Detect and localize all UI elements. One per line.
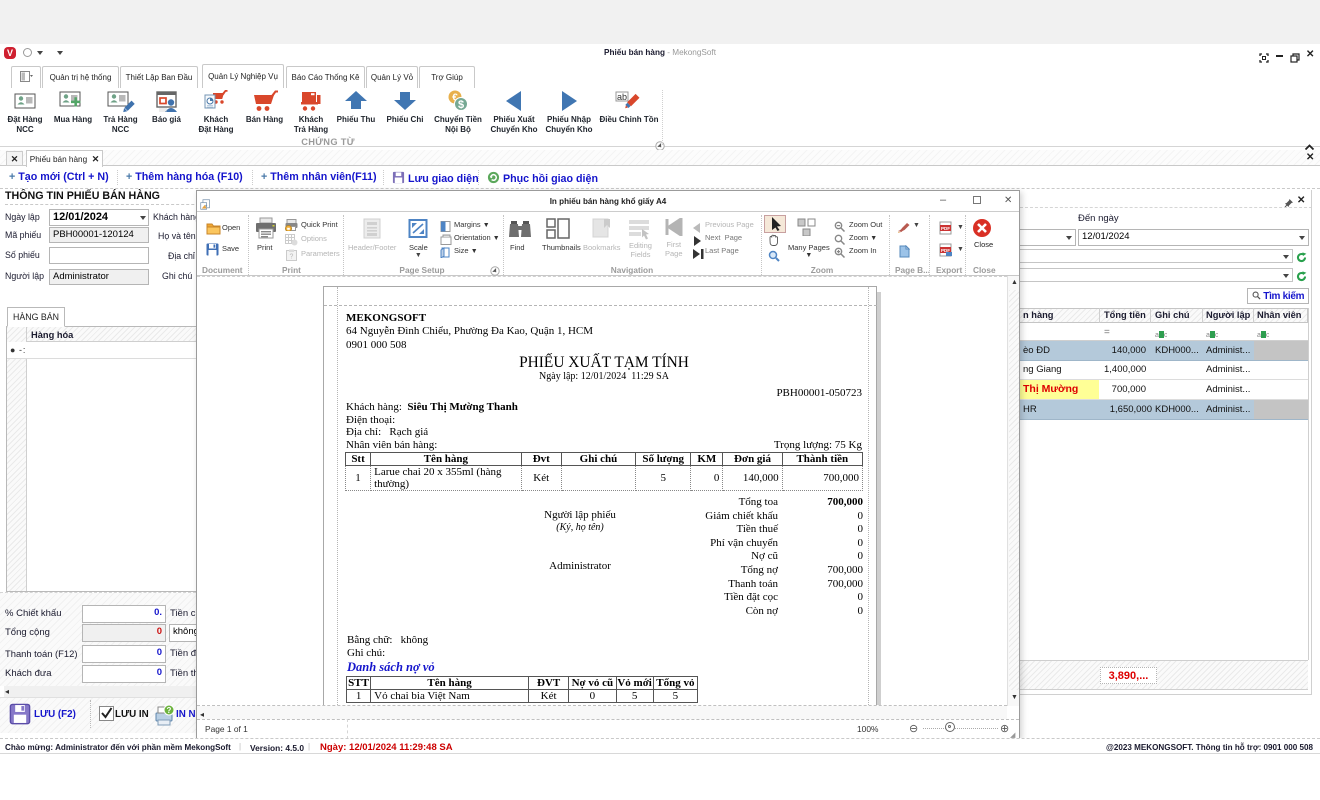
svg-text:$: $ <box>458 99 464 111</box>
svg-text:?: ? <box>167 706 172 715</box>
svg-text:?: ? <box>290 254 294 261</box>
svg-text:c: c <box>1215 332 1218 339</box>
svg-text:a: a <box>1257 332 1261 339</box>
svg-text:c: c <box>1266 332 1269 339</box>
svg-text:a: a <box>1206 332 1210 339</box>
svg-text:PDF: PDF <box>941 226 950 231</box>
svg-text:a: a <box>1155 332 1159 339</box>
svg-text:ab: ab <box>617 92 627 102</box>
svg-text:c: c <box>1164 332 1167 339</box>
